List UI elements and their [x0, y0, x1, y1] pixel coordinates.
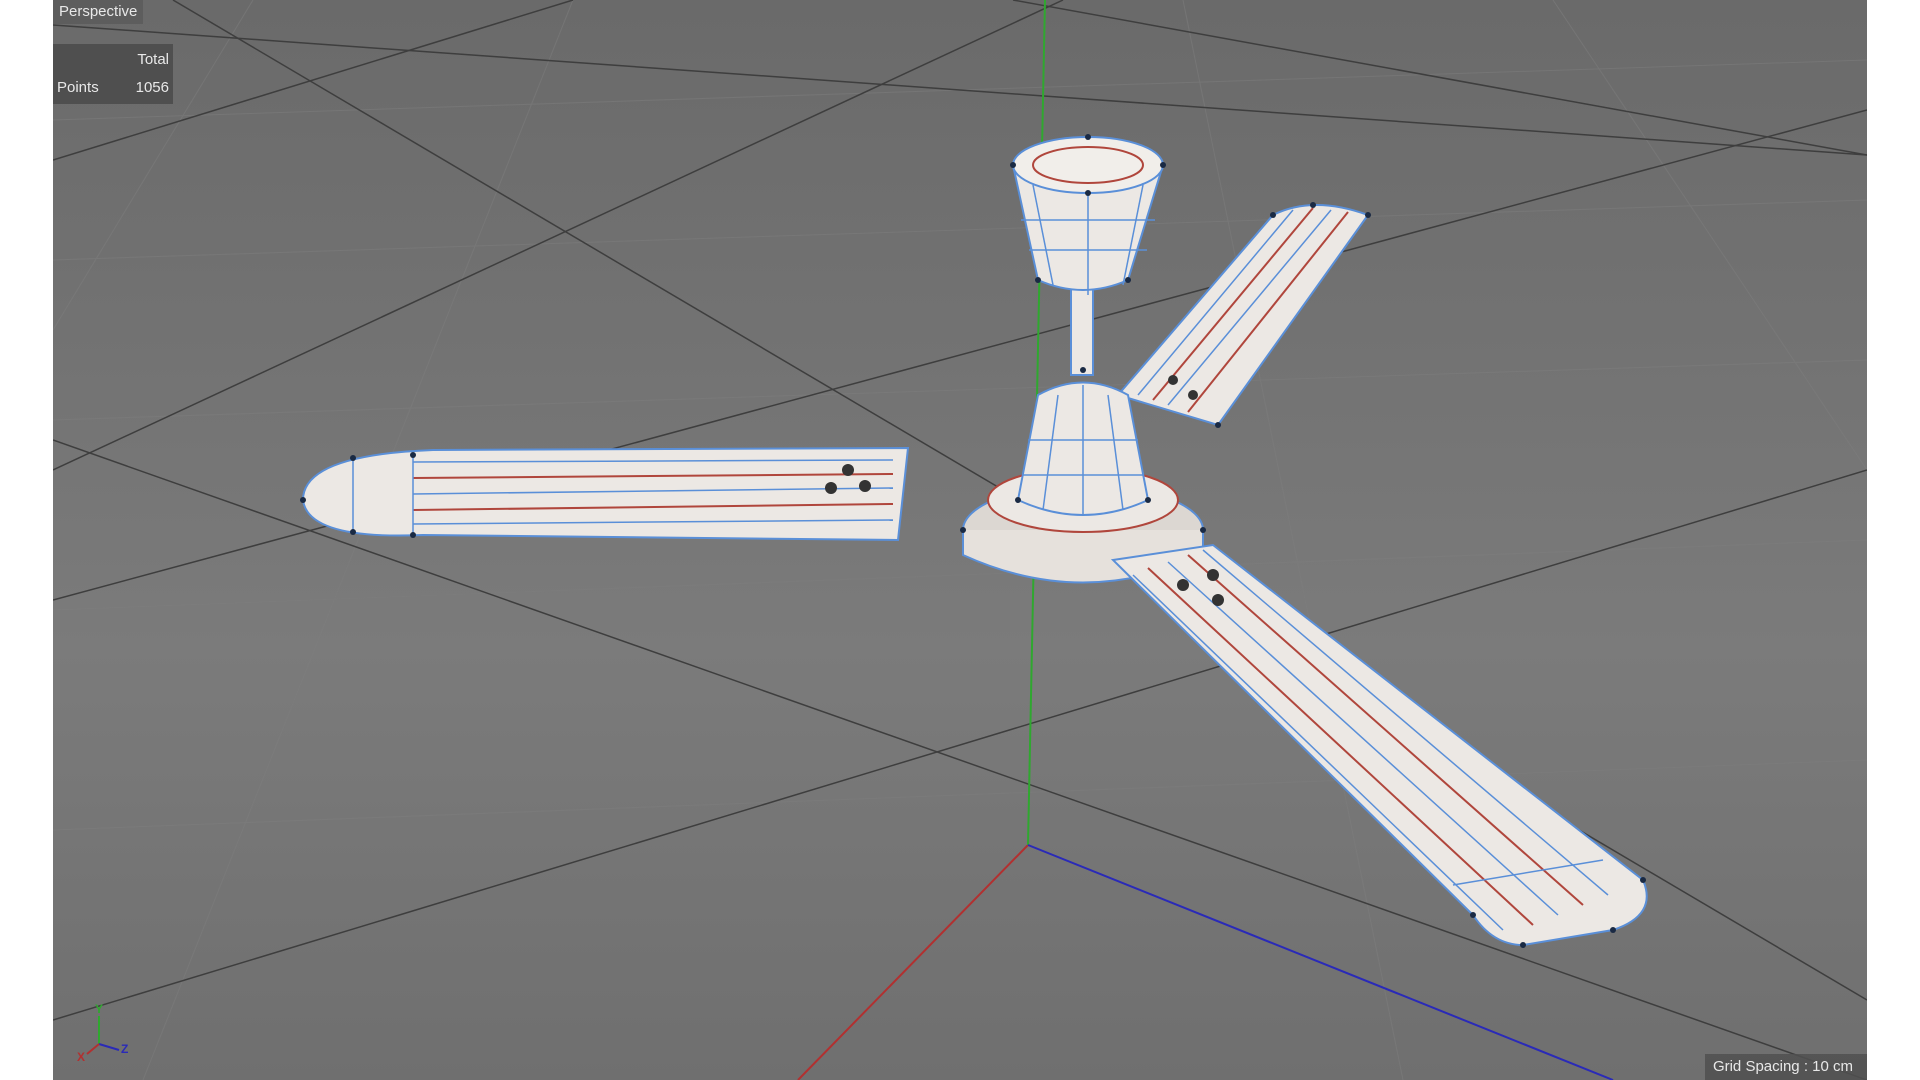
viewport-view-label[interactable]: Perspective [53, 0, 144, 24]
ceiling-fan-mesh[interactable] [300, 134, 1648, 948]
fan-canopy[interactable] [1011, 136, 1165, 295]
viewport-perspective[interactable]: Perspective Total Points 1056 Grid Spaci… [53, 0, 1867, 1080]
axis-x-label: X [77, 1050, 86, 1064]
fan-blade-front[interactable] [1110, 543, 1648, 947]
axis-y-label: Y [95, 1002, 104, 1016]
axis-gizmo-icon: Y Z X [75, 1002, 135, 1064]
stats-points-row: Points 1056 [57, 74, 169, 102]
stats-points-value: 1056 [135, 79, 169, 96]
stats-points-label: Points [57, 79, 99, 96]
fan-blade-back[interactable] [1116, 204, 1370, 427]
grid-spacing-readout: Grid Spacing : 10 cm [1704, 1054, 1867, 1080]
fan-downrod[interactable] [1070, 284, 1094, 376]
scene-canvas[interactable] [53, 0, 1867, 1080]
stats-header-total: Total [137, 51, 169, 68]
stats-header-row: Total [57, 46, 169, 74]
fan-blade-left[interactable] [301, 446, 910, 542]
stats-overlay: Total Points 1056 [53, 44, 173, 104]
axis-z-label: Z [121, 1042, 129, 1056]
